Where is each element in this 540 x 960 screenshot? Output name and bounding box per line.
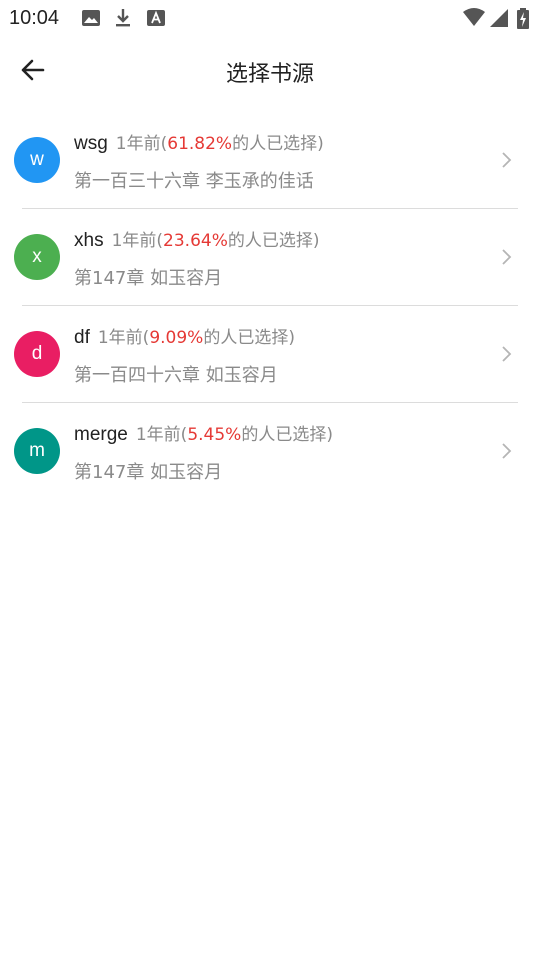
- chevron-right-icon: [502, 152, 512, 168]
- meta-suffix: 的人已选择): [227, 231, 320, 251]
- latest-chapter: 第一百四十六章 如玉容月: [74, 365, 278, 386]
- source-name: xhs: [74, 230, 104, 251]
- text-a-icon: [146, 8, 166, 28]
- source-name: merge: [74, 424, 128, 445]
- app-bar: 选择书源: [0, 36, 540, 104]
- selection-percent: 61.82%: [167, 134, 233, 154]
- avatar: m: [14, 428, 60, 474]
- source-header: merge 1年前(5.45%的人已选择): [74, 420, 333, 446]
- avatar-letter: w: [30, 149, 44, 170]
- avatar-letter: x: [32, 246, 42, 267]
- source-item-merge[interactable]: m merge 1年前(5.45%的人已选择) 第147章 如玉容月: [0, 403, 540, 500]
- source-meta: 1年前(5.45%的人已选择): [136, 425, 333, 445]
- meta-prefix: 1年前(: [135, 425, 188, 445]
- latest-chapter: 第147章 如玉容月: [74, 462, 223, 483]
- signal-icon: [489, 8, 509, 28]
- source-meta: 1年前(9.09%的人已选择): [98, 328, 295, 348]
- selection-percent: 5.45%: [187, 425, 242, 445]
- source-meta: 1年前(23.64%的人已选择): [112, 231, 320, 251]
- avatar-letter: d: [31, 343, 43, 364]
- meta-prefix: 1年前(: [97, 328, 150, 348]
- page-title: 选择书源: [225, 62, 314, 87]
- source-item-xhs[interactable]: x xhs 1年前(23.64%的人已选择) 第147章 如玉容月: [0, 209, 540, 306]
- source-name: df: [74, 327, 90, 348]
- source-header: wsg 1年前(61.82%的人已选择): [74, 129, 324, 155]
- battery-icon: [516, 8, 530, 29]
- source-header: xhs 1年前(23.64%的人已选择): [74, 226, 320, 252]
- latest-chapter: 第147章 如玉容月: [74, 268, 223, 289]
- avatar: x: [14, 234, 60, 280]
- source-list: w wsg 1年前(61.82%的人已选择) 第一百三十六章 李玉承的佳话 x x…: [0, 112, 540, 500]
- image-icon: [81, 8, 101, 28]
- status-time: 10:04: [9, 7, 60, 29]
- selection-percent: 9.09%: [149, 328, 204, 348]
- meta-prefix: 1年前(: [111, 231, 164, 251]
- source-header: df 1年前(9.09%的人已选择): [74, 323, 295, 349]
- source-item-df[interactable]: d df 1年前(9.09%的人已选择) 第一百四十六章 如玉容月: [0, 306, 540, 403]
- source-item-wsg[interactable]: w wsg 1年前(61.82%的人已选择) 第一百三十六章 李玉承的佳话: [0, 112, 540, 209]
- avatar-letter: m: [29, 440, 45, 461]
- status-bar: 10:04: [0, 0, 540, 36]
- meta-suffix: 的人已选择): [241, 425, 333, 445]
- source-name: wsg: [74, 133, 108, 154]
- latest-chapter: 第一百三十六章 李玉承的佳话: [74, 171, 314, 192]
- meta-suffix: 的人已选择): [232, 134, 324, 154]
- meta-suffix: 的人已选择): [203, 328, 295, 348]
- chevron-right-icon: [502, 346, 512, 362]
- screen: 10:04 选择书源 w wsg 1年前(61.82%的人已选择) 第一百三十六…: [0, 0, 540, 960]
- selection-percent: 23.64%: [163, 231, 228, 251]
- download-icon: [113, 8, 133, 28]
- avatar: d: [14, 331, 60, 377]
- chevron-right-icon: [502, 249, 512, 265]
- wifi-icon: [462, 8, 486, 28]
- source-meta: 1年前(61.82%的人已选择): [116, 134, 324, 154]
- chevron-right-icon: [502, 443, 512, 459]
- avatar: w: [14, 137, 60, 183]
- meta-prefix: 1年前(: [115, 134, 168, 154]
